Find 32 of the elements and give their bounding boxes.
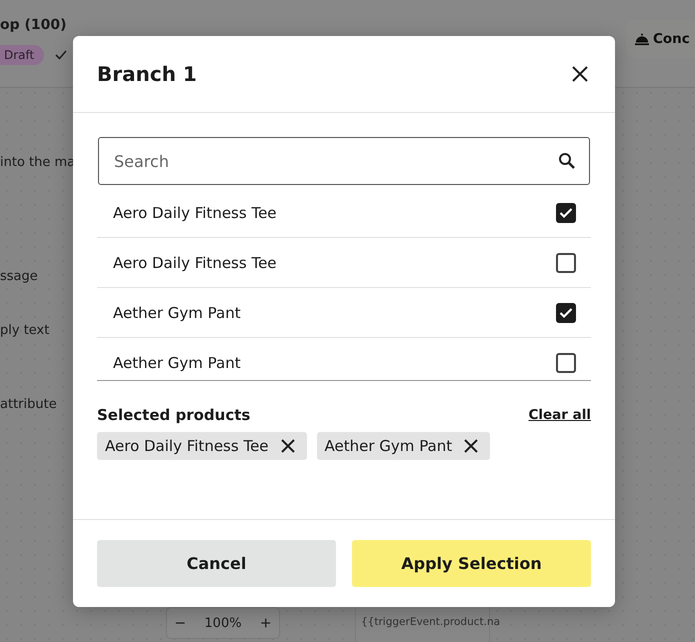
product-option[interactable]: Aether Gym Pant — [97, 338, 591, 380]
dialog-title: Branch 1 — [97, 62, 197, 86]
cancel-button[interactable]: Cancel — [97, 540, 336, 587]
apply-button[interactable]: Apply Selection — [352, 540, 591, 587]
remove-icon[interactable] — [464, 439, 478, 453]
zoom-in-button[interactable]: + — [258, 612, 273, 634]
search-icon — [558, 152, 576, 170]
page-heading: op (100) — [0, 17, 67, 33]
product-option[interactable]: Aero Daily Fitness Tee — [97, 188, 591, 238]
chip-label: Aero Daily Fitness Tee — [105, 437, 269, 455]
check-icon — [559, 206, 573, 218]
node-text: attribute — [0, 396, 58, 414]
clear-all-link[interactable]: Clear all — [528, 407, 591, 423]
check-icon — [559, 306, 573, 318]
zoom-level: 100% — [204, 616, 242, 630]
status-badge: Draft — [0, 45, 44, 65]
bell-icon — [634, 32, 650, 46]
checkbox[interactable] — [556, 202, 576, 222]
chip-label: Aether Gym Pant — [324, 437, 452, 455]
product-option[interactable]: Aero Daily Fitness Tee — [97, 238, 591, 288]
checkbox[interactable] — [556, 252, 576, 272]
checkbox[interactable] — [556, 302, 576, 322]
section-label: Selected products — [97, 406, 250, 424]
search-field[interactable]: Search — [98, 137, 590, 185]
remove-icon[interactable] — [280, 439, 295, 453]
message-text: {{triggerEvent.product.na — [361, 616, 500, 628]
checkbox[interactable] — [556, 352, 576, 372]
product-option[interactable]: Aether Gym Pant — [97, 288, 591, 338]
node-text: ssage — [0, 268, 39, 286]
zoom-out-button[interactable]: − — [173, 612, 188, 634]
node-text: ply text — [0, 322, 50, 340]
check-icon — [54, 49, 68, 61]
